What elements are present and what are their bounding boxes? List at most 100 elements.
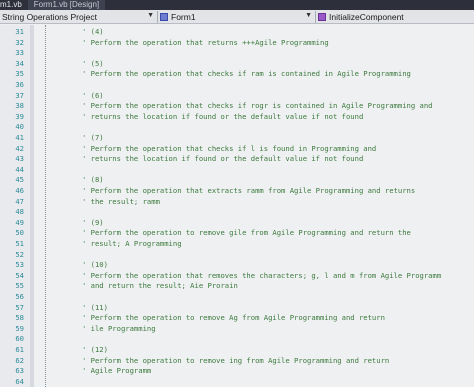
- code-line[interactable]: 36: [0, 80, 474, 89]
- line-number: 61: [15, 345, 24, 354]
- code-line[interactable]: 49 ' (9): [0, 218, 474, 227]
- line-number: 46: [15, 186, 24, 195]
- comment-text[interactable]: ' Perform the operation that checks if r…: [82, 69, 411, 78]
- comment-text[interactable]: ' Perform the operation that returns +++…: [82, 38, 329, 47]
- line-number: 39: [15, 111, 24, 121]
- code-line[interactable]: 34 ' (5): [0, 59, 474, 68]
- code-line[interactable]: 56: [0, 292, 474, 301]
- line-number: 38: [15, 101, 24, 111]
- code-line[interactable]: 52: [0, 250, 474, 259]
- code-line[interactable]: 47 ' the result; ramm: [0, 197, 474, 206]
- code-line[interactable]: 41 ' (7): [0, 133, 474, 142]
- code-line[interactable]: 45 ' (8): [0, 175, 474, 184]
- line-number: 32: [15, 37, 24, 47]
- code-line[interactable]: 44: [0, 165, 474, 174]
- line-number: 49: [15, 217, 24, 227]
- code-line[interactable]: 53 ' (10): [0, 260, 474, 269]
- comment-text[interactable]: ' returns the location if found or the d…: [82, 112, 363, 121]
- code-line[interactable]: 51 ' result; A Programming: [0, 239, 474, 248]
- code-line[interactable]: 61 ' (12): [0, 345, 474, 354]
- comment-text[interactable]: ' (4): [82, 27, 104, 36]
- line-number: 43: [15, 154, 24, 164]
- code-line[interactable]: 38 ' Perform the operation that checks if…: [0, 101, 474, 110]
- code-line[interactable]: 32 ' Perform the operation that returns +…: [0, 38, 474, 47]
- member-dropdown[interactable]: InitializeComponent: [316, 11, 474, 23]
- line-number: 40: [15, 122, 24, 132]
- code-line[interactable]: 62 ' Perform the operation to remove ing …: [0, 356, 474, 365]
- code-line[interactable]: 42 ' Perform the operation that checks if…: [0, 144, 474, 153]
- line-number: 35: [15, 69, 24, 79]
- line-number: 36: [15, 80, 24, 89]
- line-number: 51: [15, 239, 24, 248]
- comment-text[interactable]: ' Perform the operation that checks if l…: [82, 144, 376, 153]
- line-number: 55: [15, 281, 24, 291]
- project-dropdown[interactable]: String Operations Project ▼: [0, 10, 158, 23]
- code-line[interactable]: 31 ' (4): [0, 27, 474, 36]
- line-number: 41: [15, 133, 24, 142]
- code-line[interactable]: 60: [0, 334, 474, 343]
- line-number: 44: [15, 164, 24, 174]
- code-line[interactable]: 58 ' Perform the operation to remove Ag f…: [0, 313, 474, 322]
- code-line[interactable]: 39 ' returns the location if found or the…: [0, 112, 474, 121]
- line-number: 48: [15, 207, 24, 217]
- line-number: 59: [15, 323, 24, 333]
- comment-text[interactable]: ' returns the location if found or the d…: [82, 154, 363, 163]
- line-number: 57: [15, 302, 24, 312]
- line-number: 64: [15, 376, 24, 386]
- code-line[interactable]: 55 ' and return the result; Aie Prorain: [0, 281, 474, 290]
- comment-text[interactable]: ' (5): [82, 59, 104, 68]
- comment-text[interactable]: ' and return the result; Aie Prorain: [82, 281, 238, 290]
- chevron-down-icon[interactable]: ▼: [147, 12, 154, 19]
- comment-text[interactable]: ' (6): [82, 91, 104, 100]
- line-number: 42: [15, 143, 24, 153]
- line-number: 54: [15, 270, 24, 280]
- line-number: 63: [15, 366, 24, 376]
- comment-text[interactable]: ' the result; ramm: [82, 197, 160, 206]
- code-line[interactable]: 37 ' (6): [0, 91, 474, 100]
- comment-text[interactable]: ' result; A Programming: [82, 239, 182, 248]
- comment-text[interactable]: ' Perform the operation that extracts ra…: [82, 186, 415, 195]
- code-line[interactable]: 35 ' Perform the operation that checks if…: [0, 69, 474, 78]
- code-line[interactable]: 40: [0, 122, 474, 131]
- comment-text[interactable]: ' (7): [82, 133, 104, 142]
- comment-text[interactable]: ' Agile Programm: [82, 366, 151, 375]
- comment-text[interactable]: ' (8): [82, 175, 104, 184]
- code-line[interactable]: 46 ' Perform the operation that extracts …: [0, 186, 474, 195]
- line-number: 60: [15, 334, 24, 344]
- line-number: 47: [15, 196, 24, 206]
- code-editor[interactable]: 31 ' (4) 32 ' Perform the operation that re…: [0, 25, 474, 387]
- comment-text[interactable]: ' (9): [82, 218, 104, 227]
- tab-module-file[interactable]: m1.vb: [0, 0, 28, 10]
- comment-text[interactable]: ' Perform the operation that checks if r…: [82, 101, 433, 110]
- line-number: 58: [15, 313, 24, 323]
- line-number: 37: [15, 90, 24, 100]
- code-line[interactable]: 50 ' Perform the operation to remove gile…: [0, 228, 474, 237]
- code-line[interactable]: 64: [0, 377, 474, 386]
- code-line[interactable]: 48: [0, 207, 474, 216]
- code-line[interactable]: 43 ' returns the location if found or the…: [0, 154, 474, 163]
- comment-text[interactable]: ' ile Programming: [82, 324, 156, 333]
- code-line[interactable]: 54 ' Perform the operation that removes t…: [0, 271, 474, 280]
- code-line[interactable]: 33: [0, 48, 474, 57]
- comment-text[interactable]: ' (12): [82, 345, 108, 354]
- line-number: 53: [15, 260, 24, 270]
- code-line[interactable]: 59 ' ile Programming: [0, 324, 474, 333]
- comment-text[interactable]: ' Perform the operation that removes the…: [82, 271, 441, 280]
- navigation-bar: String Operations Project ▼ Form1 ▼ Init…: [0, 10, 474, 24]
- method-icon: [318, 12, 326, 21]
- class-name: Form1: [171, 11, 196, 22]
- chevron-down-icon[interactable]: ▼: [305, 12, 312, 19]
- line-number: 62: [15, 355, 24, 365]
- tab-form-designer[interactable]: Form1.vb [Design]: [27, 0, 106, 10]
- line-number: 50: [15, 228, 24, 238]
- code-line[interactable]: 63 ' Agile Programm: [0, 366, 474, 375]
- comment-text[interactable]: ' Perform the operation to remove gile f…: [82, 228, 411, 237]
- comment-text[interactable]: ' (10): [82, 260, 108, 269]
- class-dropdown[interactable]: Form1 ▼: [158, 10, 316, 23]
- code-line[interactable]: 57 ' (11): [0, 303, 474, 312]
- line-number: 34: [15, 58, 24, 68]
- line-number: 33: [15, 48, 24, 58]
- comment-text[interactable]: ' (11): [82, 303, 108, 312]
- comment-text[interactable]: ' Perform the operation to remove ing fr…: [82, 356, 389, 365]
- comment-text[interactable]: ' Perform the operation to remove Ag fro…: [82, 313, 385, 322]
